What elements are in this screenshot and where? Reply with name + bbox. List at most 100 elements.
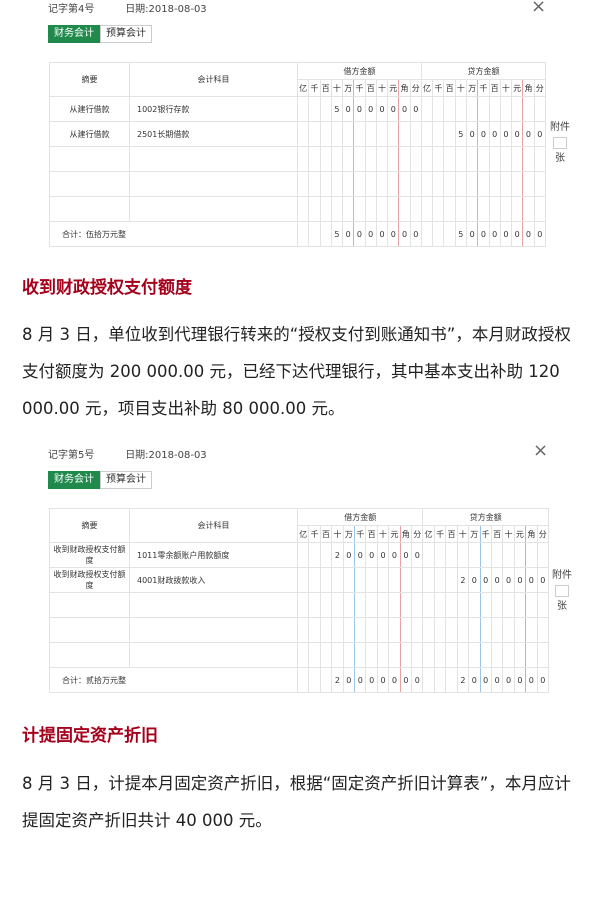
debit-digit-cell[interactable] <box>319 196 332 222</box>
debit-digit-cell[interactable] <box>411 617 424 643</box>
credit-digit-cell[interactable] <box>443 121 456 147</box>
debit-digit-cell[interactable] <box>296 196 310 222</box>
debit-digit-cell[interactable] <box>319 542 333 568</box>
summary-cell[interactable] <box>49 592 130 618</box>
attachment-input[interactable] <box>555 585 569 597</box>
credit-digit-cell[interactable] <box>420 146 434 172</box>
summary-cell[interactable]: 收到财政授权支付额度 <box>49 542 130 568</box>
account-cell[interactable] <box>129 171 298 197</box>
credit-digit-cell[interactable] <box>456 592 470 618</box>
account-cell[interactable]: 4001财政拨款收入 <box>129 567 298 593</box>
credit-digit-cell[interactable] <box>477 196 490 222</box>
credit-digit-cell[interactable] <box>468 542 481 568</box>
credit-digit-cell[interactable] <box>468 592 481 618</box>
summary-cell[interactable]: 收到财政授权支付额度 <box>49 567 130 593</box>
debit-digit-cell[interactable]: 0 <box>398 96 411 122</box>
summary-cell[interactable]: 从建行借款 <box>49 96 130 122</box>
credit-digit-cell[interactable] <box>522 196 535 222</box>
debit-digit-cell[interactable] <box>331 642 344 668</box>
debit-digit-cell[interactable] <box>388 567 401 593</box>
debit-digit-cell[interactable] <box>411 592 424 618</box>
debit-digit-cell[interactable] <box>319 121 332 147</box>
debit-digit-cell[interactable] <box>330 146 344 172</box>
debit-digit-cell[interactable]: 0 <box>354 542 367 568</box>
credit-digit-cell[interactable]: 0 <box>513 567 527 593</box>
credit-digit-cell[interactable] <box>511 171 524 197</box>
debit-digit-cell[interactable] <box>308 96 321 122</box>
credit-digit-cell[interactable] <box>432 96 445 122</box>
credit-digit-cell[interactable] <box>456 542 470 568</box>
credit-digit-cell[interactable] <box>456 642 470 668</box>
debit-digit-cell[interactable]: 0 <box>411 542 424 568</box>
debit-digit-cell[interactable] <box>398 146 411 172</box>
debit-digit-cell[interactable] <box>388 592 401 618</box>
debit-digit-cell[interactable] <box>296 121 310 147</box>
credit-digit-cell[interactable] <box>445 617 458 643</box>
debit-digit-cell[interactable] <box>365 617 378 643</box>
credit-digit-cell[interactable] <box>479 642 492 668</box>
debit-digit-cell[interactable] <box>296 96 310 122</box>
debit-digit-cell[interactable] <box>319 96 332 122</box>
debit-digit-cell[interactable] <box>342 617 356 643</box>
debit-digit-cell[interactable] <box>319 642 333 668</box>
credit-digit-cell[interactable] <box>533 196 547 222</box>
debit-digit-cell[interactable] <box>342 196 355 222</box>
credit-digit-cell[interactable] <box>454 146 467 172</box>
credit-digit-cell[interactable] <box>533 146 547 172</box>
credit-digit-cell[interactable] <box>490 542 504 568</box>
credit-digit-cell[interactable] <box>477 171 490 197</box>
credit-digit-cell[interactable] <box>511 146 524 172</box>
credit-digit-cell[interactable]: 0 <box>536 567 550 593</box>
credit-digit-cell[interactable] <box>499 146 513 172</box>
credit-digit-cell[interactable] <box>420 196 434 222</box>
debit-digit-cell[interactable] <box>376 567 390 593</box>
credit-digit-cell[interactable] <box>490 592 504 618</box>
debit-digit-cell[interactable]: 0 <box>376 542 390 568</box>
table-row[interactable] <box>49 196 547 222</box>
account-cell[interactable]: 1011零余额账户用款额度 <box>129 542 298 568</box>
debit-digit-cell[interactable] <box>387 121 400 147</box>
credit-digit-cell[interactable] <box>536 592 550 618</box>
credit-digit-cell[interactable] <box>468 642 481 668</box>
credit-digit-cell[interactable]: 0 <box>533 121 547 147</box>
credit-digit-cell[interactable] <box>522 146 535 172</box>
credit-digit-cell[interactable]: 0 <box>522 121 535 147</box>
debit-digit-cell[interactable] <box>342 146 355 172</box>
credit-digit-cell[interactable] <box>465 196 479 222</box>
credit-digit-cell[interactable] <box>456 617 470 643</box>
credit-digit-cell[interactable] <box>513 592 527 618</box>
debit-digit-cell[interactable] <box>388 642 401 668</box>
account-cell[interactable]: 2501长期借款 <box>129 121 298 147</box>
credit-digit-cell[interactable] <box>488 96 501 122</box>
summary-cell[interactable] <box>49 171 130 197</box>
credit-digit-cell[interactable] <box>420 121 434 147</box>
debit-digit-cell[interactable] <box>296 146 310 172</box>
table-row[interactable] <box>49 617 550 643</box>
debit-digit-cell[interactable]: 5 <box>330 96 344 122</box>
table-row[interactable]: 从建行借款 1002银行存款 5 0 0 0 0 0 0 0 <box>49 96 547 122</box>
debit-digit-cell[interactable] <box>376 642 390 668</box>
debit-digit-cell[interactable] <box>308 567 321 593</box>
debit-digit-cell[interactable] <box>331 592 344 618</box>
account-cell[interactable] <box>129 592 298 618</box>
credit-digit-cell[interactable] <box>536 642 550 668</box>
debit-digit-cell[interactable] <box>354 617 367 643</box>
credit-digit-cell[interactable] <box>454 96 467 122</box>
credit-digit-cell[interactable] <box>525 642 538 668</box>
credit-digit-cell[interactable] <box>432 171 445 197</box>
debit-digit-cell[interactable] <box>375 121 389 147</box>
debit-digit-cell[interactable] <box>364 146 377 172</box>
debit-digit-cell[interactable]: 0 <box>342 96 355 122</box>
debit-digit-cell[interactable] <box>399 617 413 643</box>
credit-digit-cell[interactable] <box>420 96 434 122</box>
debit-digit-cell[interactable] <box>319 146 332 172</box>
credit-digit-cell[interactable] <box>454 196 467 222</box>
credit-digit-cell[interactable] <box>533 96 547 122</box>
credit-digit-cell[interactable] <box>511 196 524 222</box>
debit-digit-cell[interactable] <box>342 121 355 147</box>
table-row[interactable] <box>49 642 550 668</box>
debit-digit-cell[interactable] <box>398 196 411 222</box>
credit-digit-cell[interactable]: 0 <box>488 121 501 147</box>
credit-digit-cell[interactable]: 0 <box>490 567 504 593</box>
account-cell[interactable] <box>129 642 298 668</box>
